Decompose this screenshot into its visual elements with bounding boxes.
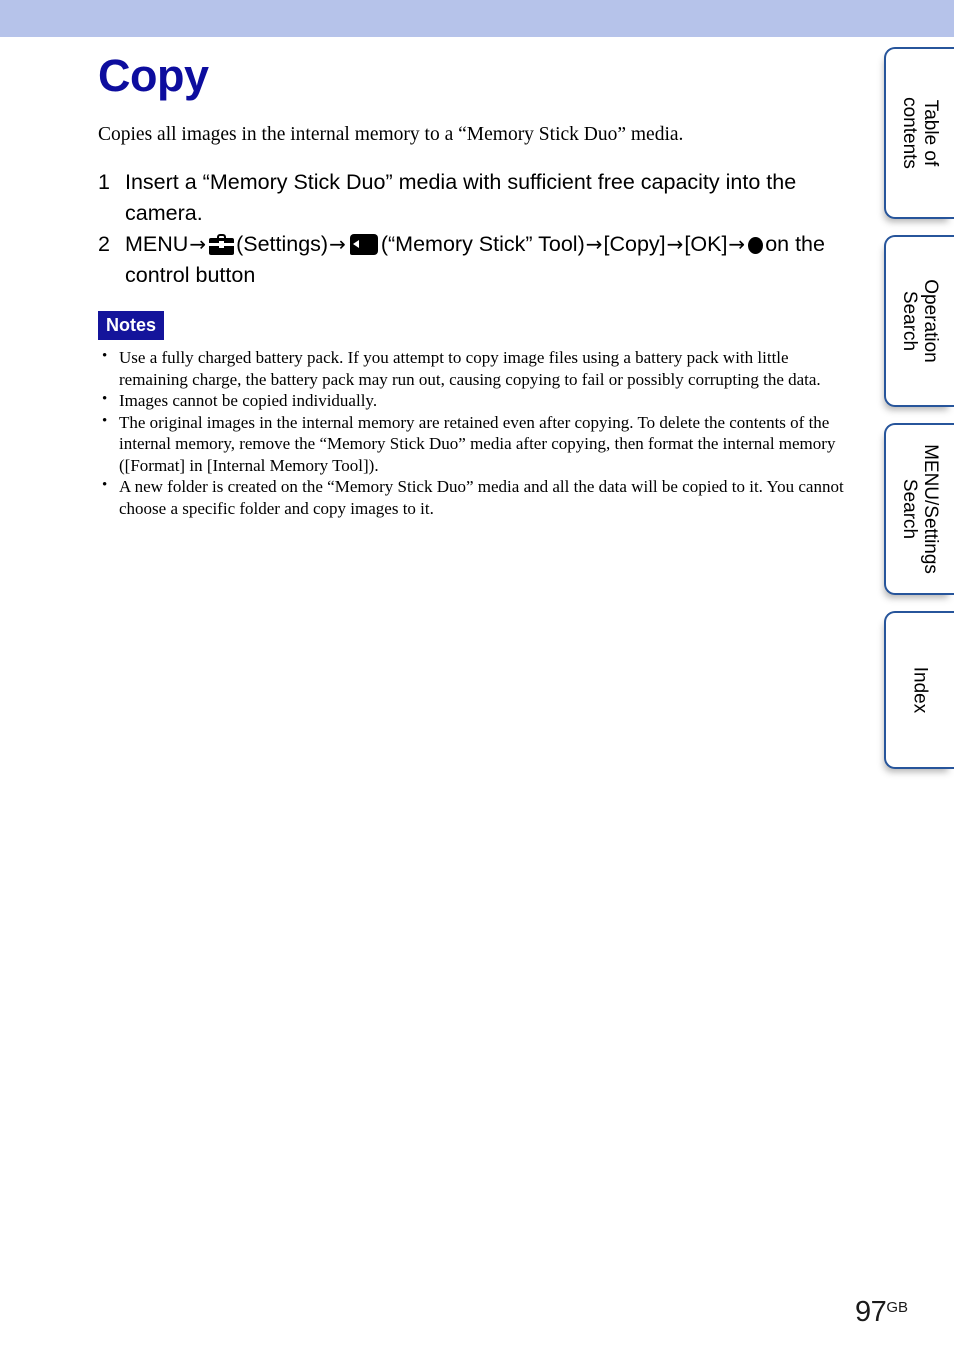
toolbox-icon: [209, 234, 235, 255]
sidebar-tab-index-label: Index: [909, 666, 931, 714]
copy-label: [Copy]: [603, 232, 666, 256]
bullet-icon: •: [102, 391, 108, 407]
page-content: Copy Copies all images in the internal m…: [0, 37, 880, 1369]
sidebar-tab-table-of-contents[interactable]: Table of contents: [884, 47, 954, 219]
bullet-icon: •: [102, 412, 108, 429]
list-item: • Use a fully charged battery pack. If y…: [98, 347, 858, 390]
side-tab-rail: Table of contents Operation Search MENU/…: [880, 0, 954, 1369]
arrow-2-icon: →: [329, 232, 346, 256]
page-title: Copy: [98, 50, 209, 101]
page-number-value: 97: [855, 1296, 887, 1328]
sidebar-tab-operation-search[interactable]: Operation Search: [884, 235, 954, 407]
sidebar-tab-menu-settings-search[interactable]: MENU/Settings Search: [884, 423, 954, 595]
step-2-text: MENU→ (Settings)→ (“Memory Stick” Tool)→[C…: [125, 229, 858, 291]
list-item: • Images cannot be copied individually.: [98, 390, 858, 412]
notes-badge: Notes: [98, 311, 165, 340]
arrow-3-icon: →: [585, 232, 603, 256]
filled-circle-icon: [748, 237, 764, 254]
arrow-1-icon: →: [189, 232, 207, 256]
step-1-number: 1: [98, 170, 110, 194]
step-1-text: Insert a “Memory Stick Duo” media with s…: [125, 170, 797, 225]
top-color-band: [0, 0, 954, 37]
step-1: 1 Insert a “Memory Stick Duo” media with…: [98, 167, 858, 229]
intro-paragraph: Copies all images in the internal memory…: [98, 124, 684, 145]
sidebar-tab-index[interactable]: Index: [884, 611, 954, 769]
page-number: 97GB: [855, 1293, 908, 1327]
memory-stick-tool-label: (“Memory Stick” Tool): [380, 232, 585, 256]
note-text: The original images in the internal memo…: [119, 412, 836, 475]
sidebar-tab-operation-search-label: Operation Search: [899, 279, 941, 363]
ok-label: [OK]: [684, 232, 728, 256]
step-2: 2 MENU→ (Settings)→ (“Memory Stick” Tool)→…: [98, 229, 858, 291]
arrow-5-icon: →: [728, 232, 746, 256]
menu-label: MENU: [125, 232, 189, 256]
notes-list: • Use a fully charged battery pack. If y…: [98, 340, 858, 519]
note-text: Use a fully charged battery pack. If you…: [119, 348, 821, 389]
procedure-steps: 1 Insert a “Memory Stick Duo” media with…: [98, 147, 858, 291]
note-text: Images cannot be copied individually.: [119, 391, 378, 410]
settings-label: (Settings): [236, 232, 329, 256]
list-item: • A new folder is created on the “Memory…: [98, 476, 858, 519]
sidebar-tab-menu-settings-search-label: MENU/Settings Search: [899, 444, 941, 574]
bullet-icon: •: [102, 348, 108, 364]
list-item: • The original images in the internal me…: [98, 412, 858, 477]
note-text: A new folder is created on the “Memory S…: [119, 477, 844, 518]
content-column: Copy Copies all images in the internal m…: [98, 37, 858, 519]
memory-stick-icon: [349, 234, 378, 255]
step-2-number: 2: [98, 232, 110, 256]
page-number-suffix: GB: [886, 1299, 908, 1316]
arrow-4-icon: →: [666, 232, 684, 256]
sidebar-tab-table-of-contents-label: Table of contents: [899, 97, 941, 169]
bullet-icon: •: [102, 477, 108, 493]
